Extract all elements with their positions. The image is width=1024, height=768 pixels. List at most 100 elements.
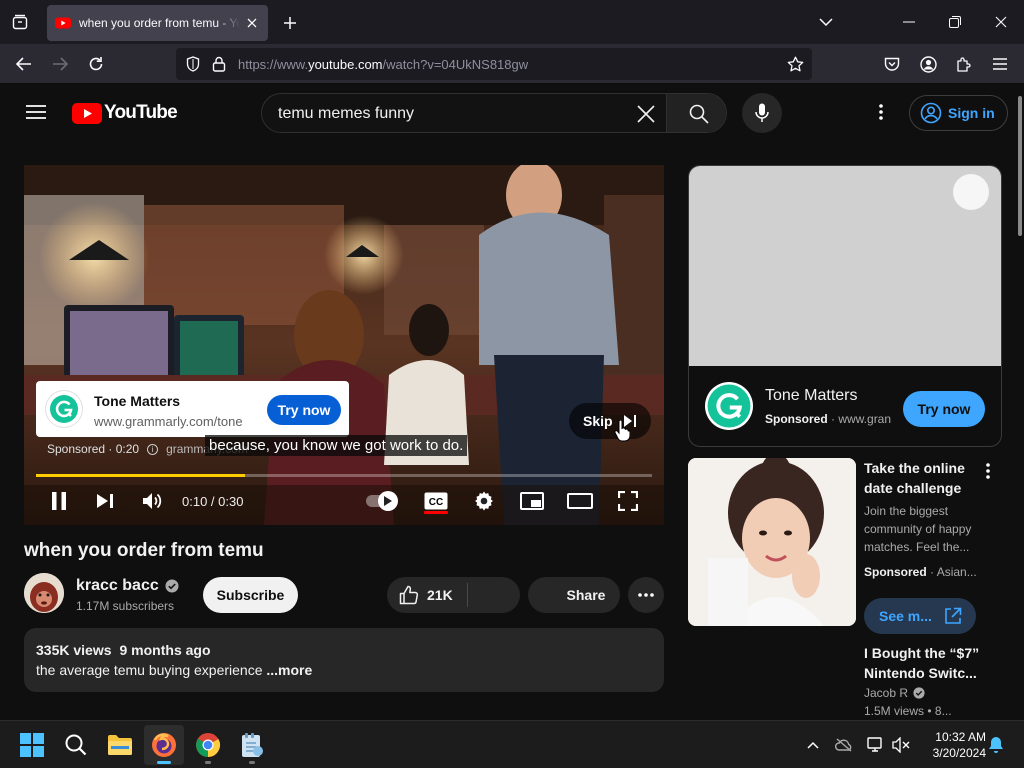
scrollbar-thumb[interactable] (1018, 96, 1022, 236)
ad-overlay-card[interactable]: Tone Matters www.grammarly.com/tone Try … (36, 381, 349, 437)
new-tab-button[interactable] (277, 10, 303, 36)
close-tab-icon[interactable] (244, 15, 260, 31)
video-player[interactable]: Tone Matters www.grammarly.com/tone Try … (24, 165, 664, 525)
like-button[interactable]: 21K (387, 577, 467, 613)
reload-button[interactable] (81, 50, 111, 78)
video-title: when you order from temu (24, 540, 264, 561)
extensions-button[interactable] (949, 50, 979, 78)
search-input[interactable]: temu memes funny (278, 105, 414, 123)
skip-ad-button[interactable]: Skip (569, 403, 651, 439)
lock-icon[interactable] (210, 55, 228, 73)
channel-name[interactable]: kracc bacc (76, 577, 179, 595)
restore-icon (949, 16, 961, 28)
pocket-button[interactable] (877, 50, 907, 78)
sidebar-ad-meta: Sponsored · www.gran (765, 412, 892, 426)
volume-tray-icon[interactable] (891, 735, 911, 755)
running-indicator (249, 761, 255, 764)
page-scrollbar[interactable] (1016, 84, 1024, 720)
address-bar[interactable]: https://www.youtube.com/watch?v=04UkNS81… (176, 48, 812, 80)
taskbar-search-button[interactable] (56, 725, 96, 765)
sign-in-button[interactable]: Sign in (909, 95, 1008, 131)
tab-title: when you order from temu - YouTube (79, 16, 240, 30)
back-button[interactable] (9, 50, 39, 78)
more-vertical-icon (879, 104, 883, 120)
ad-try-now-button[interactable]: Try now (267, 395, 341, 425)
channel-avatar[interactable] (24, 573, 64, 613)
chevron-up-icon (807, 741, 819, 749)
chrome-icon (196, 733, 221, 757)
onedrive-tray-icon[interactable] (834, 735, 854, 755)
recommended-video-channel[interactable]: Jacob R (864, 686, 1014, 700)
volume-icon (143, 493, 162, 509)
grammarly-logo-icon (46, 391, 82, 427)
arrow-left-icon (16, 57, 31, 71)
user-circle-icon (920, 102, 942, 124)
list-all-tabs-button[interactable] (6, 8, 34, 36)
subscribe-button[interactable]: Subscribe (203, 577, 298, 613)
minimize-icon (903, 21, 915, 23)
search-box[interactable]: temu memes funny (261, 93, 727, 133)
microphone-icon (755, 103, 769, 122)
hamburger-icon (993, 58, 1007, 70)
file-explorer-button[interactable] (100, 725, 140, 765)
start-button[interactable] (12, 725, 52, 765)
player-controls: 0:10 / 0:30 CC (24, 481, 664, 521)
settings-more-button[interactable] (866, 96, 896, 128)
recommended-video-stats: 1.5M views • 8... (864, 704, 952, 718)
account-icon (919, 55, 937, 73)
firefox-taskbar-button[interactable] (144, 725, 184, 765)
description-box[interactable]: 335K views 9 months ago the average temu … (24, 628, 664, 692)
youtube-header: YouTube temu memes funny Sign in (0, 84, 1016, 140)
more-actions-button[interactable] (628, 577, 664, 613)
restore-button[interactable] (932, 0, 978, 44)
forward-button[interactable] (45, 50, 75, 78)
recommended-video-title[interactable]: I Bought the “$7” Nintendo Switc... (864, 643, 1014, 683)
theater-mode-button[interactable] (562, 483, 598, 519)
like-dislike-group: 21K (387, 577, 520, 613)
external-link-icon (945, 607, 962, 624)
close-window-button[interactable] (978, 0, 1024, 44)
system-clock[interactable]: 10:32 AM 3/20/2024 (918, 729, 986, 761)
verified-badge-icon (913, 687, 925, 699)
account-button[interactable] (913, 50, 943, 78)
tab-overflow-button[interactable] (812, 10, 840, 34)
settings-button[interactable] (466, 483, 502, 519)
share-button[interactable]: Share (528, 577, 620, 613)
mute-button[interactable] (135, 483, 171, 519)
sidebar-ad-card[interactable]: Tone Matters Sponsored · www.gran Try no… (688, 165, 1002, 447)
app-taskbar-button[interactable] (232, 725, 272, 765)
minimize-button[interactable] (886, 0, 932, 44)
guide-menu-button[interactable] (20, 96, 52, 128)
puzzle-icon (957, 57, 971, 72)
folder-icon (108, 735, 132, 755)
pause-button[interactable] (41, 483, 77, 519)
more-vertical-icon (986, 463, 990, 479)
clear-search-icon[interactable] (634, 102, 658, 126)
show-hidden-icons-button[interactable] (803, 735, 823, 755)
recommendation-title[interactable]: Take the online date challenge (864, 458, 984, 498)
app-menu-button[interactable] (985, 50, 1015, 78)
youtube-logo[interactable]: YouTube (72, 102, 178, 124)
recommended-video[interactable]: I Bought the “$7” Nintendo Switc... Jacob… (864, 643, 1014, 718)
fullscreen-button[interactable] (610, 483, 646, 519)
next-button[interactable] (87, 483, 123, 519)
bookmark-star-icon[interactable] (786, 55, 804, 73)
miniplayer-button[interactable] (514, 483, 550, 519)
video-progress-bar[interactable] (36, 474, 652, 477)
notifications-button[interactable] (986, 735, 1006, 755)
chrome-taskbar-button[interactable] (188, 725, 228, 765)
browser-tab-active[interactable]: when you order from temu - YouTube (47, 5, 268, 41)
shield-icon[interactable] (184, 55, 202, 73)
voice-search-button[interactable] (742, 93, 782, 133)
recommendation-thumbnail[interactable] (688, 458, 856, 626)
network-tray-icon[interactable] (866, 735, 886, 755)
see-more-button[interactable]: See m... (864, 598, 976, 634)
show-more-link[interactable]: ...more (266, 662, 312, 678)
like-divider (467, 583, 468, 607)
info-icon[interactable]: i (147, 443, 159, 455)
sidebar-ad-try-now-button[interactable]: Try now (903, 391, 985, 427)
autoplay-toggle[interactable] (366, 489, 402, 513)
recommendation-menu-button[interactable] (978, 460, 998, 482)
gear-icon (475, 491, 493, 511)
search-button[interactable] (666, 94, 726, 132)
